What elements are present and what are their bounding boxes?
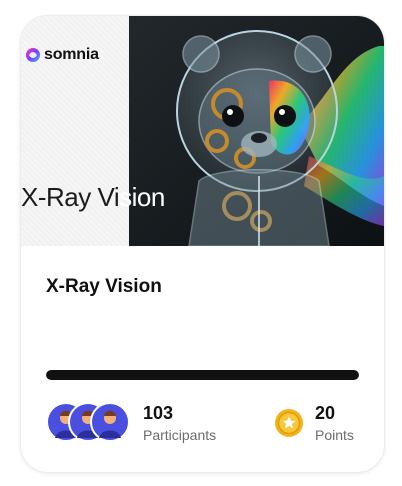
brand-logo: somnia <box>25 46 99 64</box>
somnia-logo-icon <box>26 48 40 62</box>
quest-title: X-Ray Vision <box>46 276 162 297</box>
brand-name: somnia <box>44 46 99 63</box>
star-coin-icon <box>275 409 303 437</box>
avatar <box>90 402 130 442</box>
banner-title: X-Ray Vision <box>21 182 165 213</box>
quest-card[interactable]: somnia X-Ray Vision X-Ray Vision 103 Par… <box>20 15 385 473</box>
quest-progress-bar <box>46 370 359 380</box>
points-value: 20 <box>315 403 336 423</box>
xray-bear-artwork <box>129 16 384 246</box>
banner-title-right: sion <box>119 182 165 212</box>
quest-banner: somnia X-Ray Vision <box>21 16 384 246</box>
participants-label: Participants <box>143 427 217 443</box>
quest-progress-fill <box>46 370 359 380</box>
participants-count: 103 <box>143 403 174 423</box>
participant-avatars <box>46 402 132 444</box>
points-label: Points <box>315 427 354 443</box>
banner-title-left: X-Ray Vi <box>21 182 120 212</box>
